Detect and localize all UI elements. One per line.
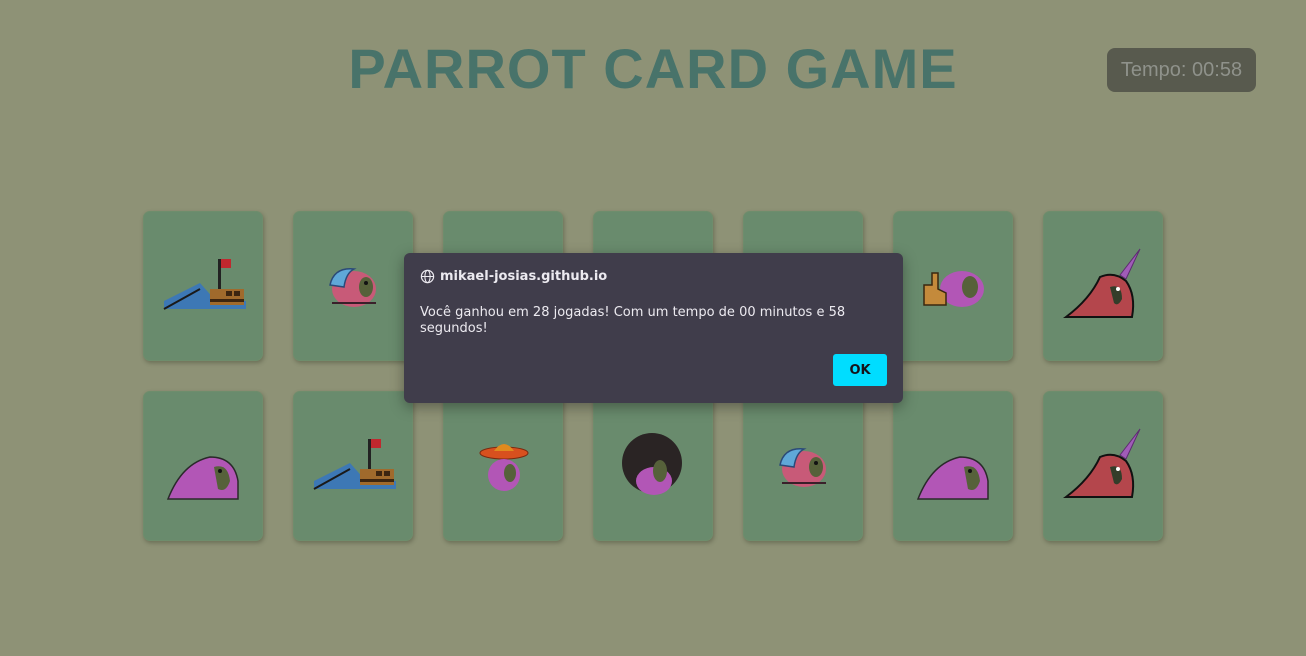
card[interactable]	[893, 391, 1013, 541]
card[interactable]	[143, 211, 263, 361]
card[interactable]	[893, 211, 1013, 361]
unicorn-parrot-icon	[1063, 428, 1141, 498]
card[interactable]	[293, 391, 413, 541]
dialog-origin-text: mikael-josias.github.io	[440, 269, 608, 284]
afro-parrot-icon	[622, 433, 682, 495]
card[interactable]	[743, 391, 863, 541]
ok-button[interactable]: OK	[833, 354, 887, 386]
pirate-ship-parrot-icon	[163, 259, 246, 310]
card[interactable]	[443, 391, 563, 541]
unicorn-parrot-icon	[1063, 248, 1141, 318]
card[interactable]	[1043, 391, 1163, 541]
parrot-with-cap-icon	[779, 448, 826, 487]
card[interactable]	[293, 211, 413, 361]
big-parrot-icon	[916, 456, 989, 500]
card[interactable]	[593, 391, 713, 541]
alert-dialog: mikael-josias.github.io Você ganhou em 2…	[404, 253, 903, 403]
parrot-with-hand-icon	[923, 271, 984, 307]
parrot-with-cap-icon	[329, 268, 376, 307]
card[interactable]	[143, 391, 263, 541]
dialog-message: Você ganhou em 28 jogadas! Com um tempo …	[420, 305, 846, 336]
globe-icon	[420, 269, 435, 284]
pirate-ship-parrot-icon	[313, 439, 396, 490]
big-parrot-icon	[166, 456, 239, 500]
sombrero-parrot-icon	[479, 444, 529, 491]
dialog-origin: mikael-josias.github.io	[420, 269, 607, 284]
card[interactable]	[1043, 211, 1163, 361]
timer-display: Tempo: 00:58	[1107, 48, 1256, 92]
